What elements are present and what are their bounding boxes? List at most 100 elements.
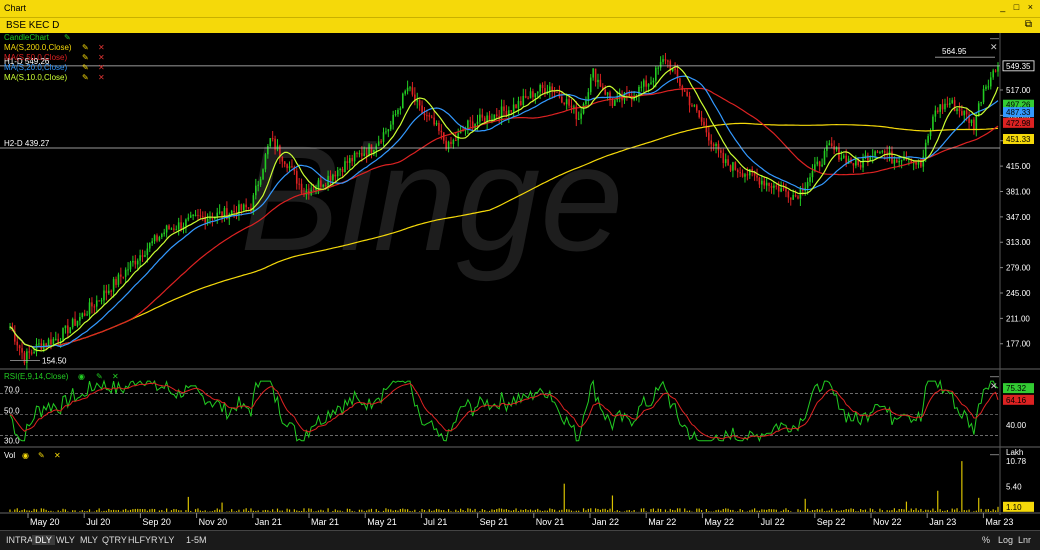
legend-item[interactable]: MA(S,200.0,Close) (4, 43, 72, 52)
volume-bar (655, 511, 656, 512)
candle-body (812, 171, 814, 177)
period-qtry[interactable]: QTRY (102, 535, 127, 545)
candle-body (50, 339, 52, 344)
candle-body (689, 96, 691, 105)
legend-item[interactable]: MA(S,50.0,Close) (4, 53, 67, 62)
candle-body (971, 120, 973, 123)
candle-body (937, 111, 939, 112)
chart-canvas[interactable]: BingeH1-D 549.26H2-D 439.27564.95154.505… (0, 0, 1040, 530)
volume-bar (217, 508, 218, 512)
volume-bar (188, 497, 189, 512)
legend-item[interactable]: MA(S,10.0,Close) (4, 73, 67, 82)
volume-bar (728, 509, 729, 512)
volume-bar (195, 509, 196, 512)
percent-scale-button[interactable]: % (982, 535, 990, 545)
y-tick-label: 245.00 (1006, 289, 1031, 298)
collapse-panel-icon[interactable]: — (990, 449, 999, 459)
candle-body (349, 158, 351, 163)
volume-bar (205, 510, 206, 512)
candle-body (91, 302, 93, 306)
volume-bar (229, 511, 230, 512)
expand-panel-icon[interactable]: ✕ (990, 42, 998, 52)
close-icon[interactable]: ✕ (98, 63, 105, 72)
period-yly[interactable]: YLY (158, 535, 174, 545)
volume-bar (118, 510, 119, 512)
candle-body (583, 104, 585, 113)
linear-scale-button[interactable]: Lnr (1018, 535, 1031, 545)
volume-bar (870, 508, 871, 512)
candle-body (26, 351, 28, 363)
period-dly[interactable]: DLY (32, 535, 55, 545)
candle-body (419, 100, 421, 105)
volume-bar (653, 508, 654, 512)
volume-bar (542, 511, 543, 512)
price-badge-label: 451.33 (1006, 135, 1031, 144)
candle-body (976, 116, 978, 130)
log-scale-button[interactable]: Log (998, 535, 1013, 545)
y-tick-label: 211.00 (1006, 314, 1030, 323)
candle-body (525, 96, 527, 98)
candle-body (980, 102, 982, 103)
period-1-5m[interactable]: 1-5M (186, 535, 207, 545)
volume-bar (467, 508, 468, 512)
candle-body (855, 159, 857, 165)
period-mly[interactable]: MLY (80, 535, 98, 545)
period-hlfyr[interactable]: HLFYR (128, 535, 158, 545)
pencil-icon[interactable]: ✎ (82, 53, 89, 62)
volume-bar (405, 509, 406, 512)
candle-body (877, 151, 879, 152)
pencil-icon[interactable]: ✎ (96, 372, 103, 381)
expand-panel-icon[interactable]: ✕ (990, 381, 998, 391)
candle-body (289, 166, 291, 168)
volume-bar (626, 510, 627, 512)
eye-icon[interactable]: ◉ (78, 372, 85, 381)
collapse-panel-icon[interactable]: — (990, 371, 999, 381)
volume-bar (496, 509, 497, 512)
legend-item[interactable]: CandleChart (4, 33, 50, 42)
volume-bar (872, 509, 873, 512)
pencil-icon[interactable]: ✎ (82, 73, 89, 82)
volume-legend[interactable]: Vol (4, 451, 15, 460)
volume-bar (395, 510, 396, 512)
candle-body (925, 143, 927, 157)
candle-body (260, 179, 262, 185)
candle-body (592, 69, 594, 78)
close-icon[interactable]: ✕ (112, 372, 119, 381)
close-icon[interactable]: ✕ (54, 451, 61, 460)
candle-body (243, 205, 245, 211)
pencil-icon[interactable]: ✎ (82, 63, 89, 72)
candle-body (390, 125, 392, 130)
eye-icon[interactable]: ◉ (22, 451, 29, 460)
candle-body (45, 343, 47, 345)
volume-bar (585, 510, 586, 512)
volume-bar (501, 509, 502, 512)
candle-body (96, 300, 98, 306)
pencil-icon[interactable]: ✎ (64, 33, 71, 42)
legend-item[interactable]: MA(S,20.0,Close) (4, 63, 67, 72)
candle-body (361, 153, 363, 156)
volume-bar (646, 511, 647, 512)
volume-bar (385, 508, 386, 512)
volume-bar (323, 510, 324, 512)
volume-bar (643, 508, 644, 512)
volume-bar (566, 509, 567, 512)
x-tick-label: Mar 21 (311, 517, 339, 527)
volume-bar (361, 510, 362, 512)
candle-body (137, 261, 139, 265)
candle-body (713, 144, 715, 146)
period-wly[interactable]: WLY (56, 535, 75, 545)
volume-bar (446, 511, 447, 512)
candle-body (489, 115, 491, 120)
close-icon[interactable]: ✕ (98, 53, 105, 62)
volume-bar (834, 511, 835, 512)
close-icon[interactable]: ✕ (98, 73, 105, 82)
close-icon[interactable]: ✕ (98, 43, 105, 52)
pencil-icon[interactable]: ✎ (38, 451, 45, 460)
volume-bar (24, 509, 25, 512)
rsi-legend[interactable]: RSI(E,9,14,Close) (4, 372, 69, 381)
volume-bar (438, 509, 439, 512)
period-intra[interactable]: INTRA (6, 535, 33, 545)
volume-bar (631, 511, 632, 512)
pencil-icon[interactable]: ✎ (82, 43, 89, 52)
volume-bar (301, 511, 302, 512)
